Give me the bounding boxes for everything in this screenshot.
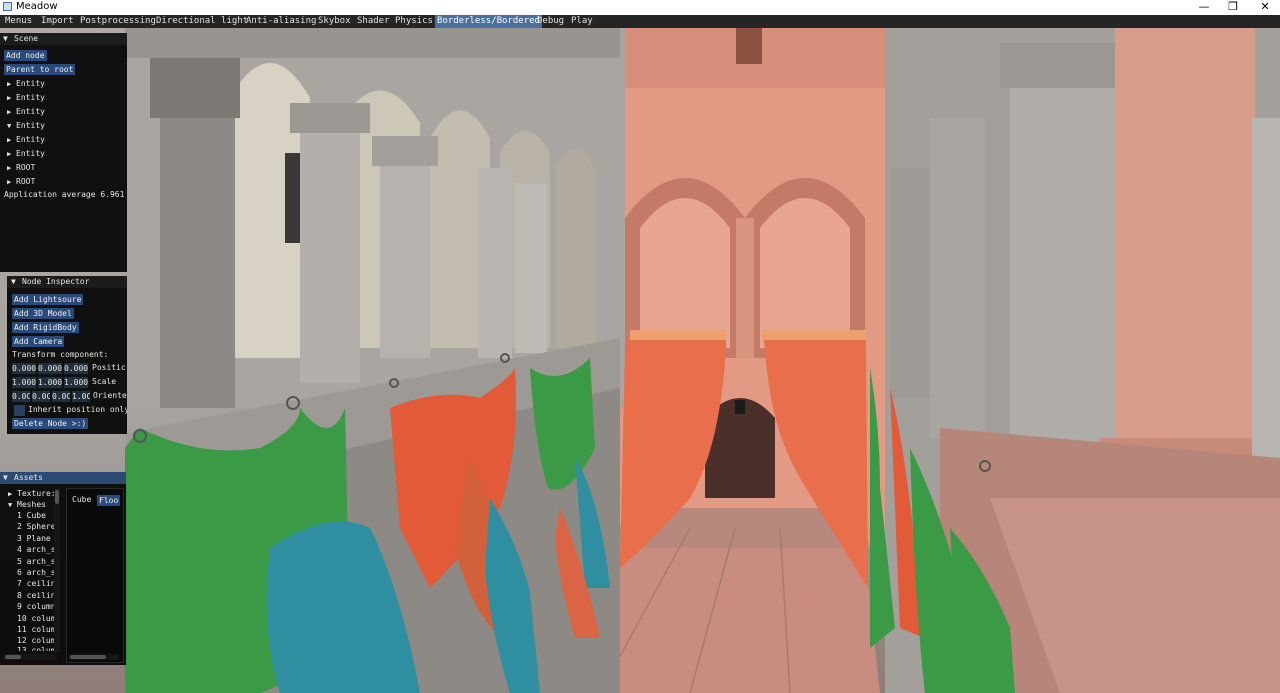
menu-anti-aliasing[interactable]: Anti-aliasing (246, 15, 316, 28)
collapse-arrow-icon[interactable]: ▼ (11, 276, 16, 288)
tree-arrow-icon: ▶ (7, 94, 12, 102)
menu-import[interactable]: Import (41, 15, 74, 28)
add-camera-button[interactable]: Add Camera (12, 336, 65, 347)
assets-panel-title: Assets (14, 473, 43, 482)
tree-node-entity[interactable]: ▶ Entity (7, 78, 45, 90)
tree-arrow-icon: ▶ (7, 150, 12, 158)
scale-y-field[interactable]: 1.000 (38, 377, 62, 388)
assets-panel: ▼ Assets ▶ Texture: ▼ Meshes 1 Cube 2 Sp… (0, 472, 126, 665)
scale-z-field[interactable]: 1.000 (64, 377, 88, 388)
add-3d-model-button[interactable]: Add 3D Model (12, 308, 74, 319)
asset-item-cube[interactable]: Cube (72, 494, 91, 506)
app-icon (3, 2, 12, 11)
inherit-position-checkbox[interactable] (14, 405, 25, 416)
tree-hscroll-thumb[interactable] (5, 655, 21, 659)
tree-node-entity[interactable]: ▶ Entity (7, 92, 45, 104)
asset-hscroll-thumb[interactable] (70, 655, 106, 659)
tree-node-entity[interactable]: ▶ Entity (7, 106, 45, 118)
orientation-w-field[interactable]: 1.0C (72, 391, 90, 402)
close-button[interactable]: ✕ (1250, 0, 1280, 15)
tree-arrow-icon: ▼ (8, 501, 13, 509)
app-average-text: Application average 6.961 (4, 190, 125, 199)
tree-arrow-icon: ▶ (7, 178, 12, 186)
scene-render (125, 28, 1280, 693)
transform-label: Transform component: (12, 350, 109, 359)
menu-postprocessing[interactable]: Postprocessing (80, 15, 156, 28)
mesh-list-item[interactable]: 4 arch_s (17, 544, 56, 556)
orientation-label: Oriente (93, 391, 127, 400)
position-label: Positic (92, 363, 126, 372)
menu-menus[interactable]: Menus (5, 15, 32, 28)
mesh-list-item[interactable]: 2 Sphere (17, 521, 56, 533)
parent-to-root-button[interactable]: Parent to root (4, 64, 76, 75)
add-node-button[interactable]: Add node (4, 50, 47, 61)
node-inspector-panel: ▼ Node Inspector Add Lightsoure Add 3D M… (7, 276, 127, 434)
tree-node-root[interactable]: ▶ ROOT (7, 162, 35, 174)
tree-scroll-thumb[interactable] (55, 490, 59, 504)
menu-physics[interactable]: Physics (395, 15, 433, 28)
add-lightsource-button[interactable]: Add Lightsoure (12, 294, 84, 305)
tree-arrow-icon: ▶ (7, 108, 12, 116)
asset-selection-child: Cube Floo (66, 488, 124, 663)
position-y-field[interactable]: 0.000 (38, 363, 62, 374)
menu-directional-light[interactable]: Directional light (156, 15, 248, 28)
scene-panel-header[interactable]: ▼ Scene (0, 33, 127, 45)
menu-borderless-bordered[interactable]: Borderless/Bordered (435, 15, 542, 28)
position-z-field[interactable]: 0.000 (64, 363, 88, 374)
mesh-list-item[interactable]: 13 colum (17, 645, 56, 651)
collapse-arrow-icon[interactable]: ▼ (3, 33, 8, 45)
tree-arrow-icon: ▶ (7, 164, 12, 172)
tree-arrow-icon: ▶ (8, 490, 13, 498)
delete-node-button[interactable]: Delete Node >:) (12, 418, 89, 429)
add-rigidbody-button[interactable]: Add RigidBody (12, 322, 79, 333)
mesh-list-item[interactable]: 7 ceilin (17, 578, 56, 590)
maximize-button[interactable]: ❐ (1218, 0, 1248, 15)
assets-panel-header[interactable]: ▼ Assets (0, 472, 126, 484)
menu-shader[interactable]: Shader (357, 15, 390, 28)
scale-x-field[interactable]: 1.000 (12, 377, 36, 388)
window-title: Meadow (16, 1, 58, 12)
orientation-y-field[interactable]: 0.0C (32, 391, 50, 402)
inspector-panel-header[interactable]: ▼ Node Inspector (7, 276, 127, 288)
orientation-z-field[interactable]: 0.0C (52, 391, 70, 402)
tree-horizontal-scrollbar[interactable] (3, 654, 57, 660)
tree-arrow-icon: ▼ (7, 122, 12, 130)
window-titlebar: Meadow — ❐ ✕ (0, 0, 1280, 15)
menu-bar: Menus Import Postprocessing Directional … (0, 15, 1280, 28)
scene-panel: ▼ Scene Add node Parent to root ▶ Entity… (0, 33, 127, 272)
scale-label: Scale (92, 377, 117, 386)
minimize-button[interactable]: — (1189, 0, 1219, 15)
menu-play[interactable]: Play (571, 15, 593, 28)
inspector-panel-title: Node Inspector (22, 277, 90, 286)
menu-skybox[interactable]: Skybox (318, 15, 351, 28)
tree-node-root[interactable]: ▶ ROOT (7, 176, 35, 188)
scene-viewport[interactable] (0, 28, 1280, 693)
mesh-list-item[interactable]: 9 column (17, 601, 56, 613)
tree-vertical-scrollbar[interactable] (54, 488, 60, 653)
menu-debug[interactable]: Debug (537, 15, 564, 28)
scene-panel-title: Scene (14, 34, 39, 43)
tree-node-entity[interactable]: ▶ Entity (7, 148, 45, 160)
collapse-arrow-icon[interactable]: ▼ (3, 472, 8, 484)
asset-horizontal-scrollbar[interactable] (69, 654, 119, 660)
tree-node-entity[interactable]: ▶ Entity (7, 134, 45, 146)
orientation-x-field[interactable]: 0.0C (12, 391, 30, 402)
tree-arrow-icon: ▶ (7, 80, 12, 88)
inherit-position-label: Inherit position only (28, 405, 127, 414)
position-x-field[interactable]: 0.000 (12, 363, 36, 374)
asset-item-floor[interactable]: Floo (97, 495, 121, 506)
tree-node-entity[interactable]: ▼ Entity (7, 120, 45, 132)
tree-arrow-icon: ▶ (7, 136, 12, 144)
